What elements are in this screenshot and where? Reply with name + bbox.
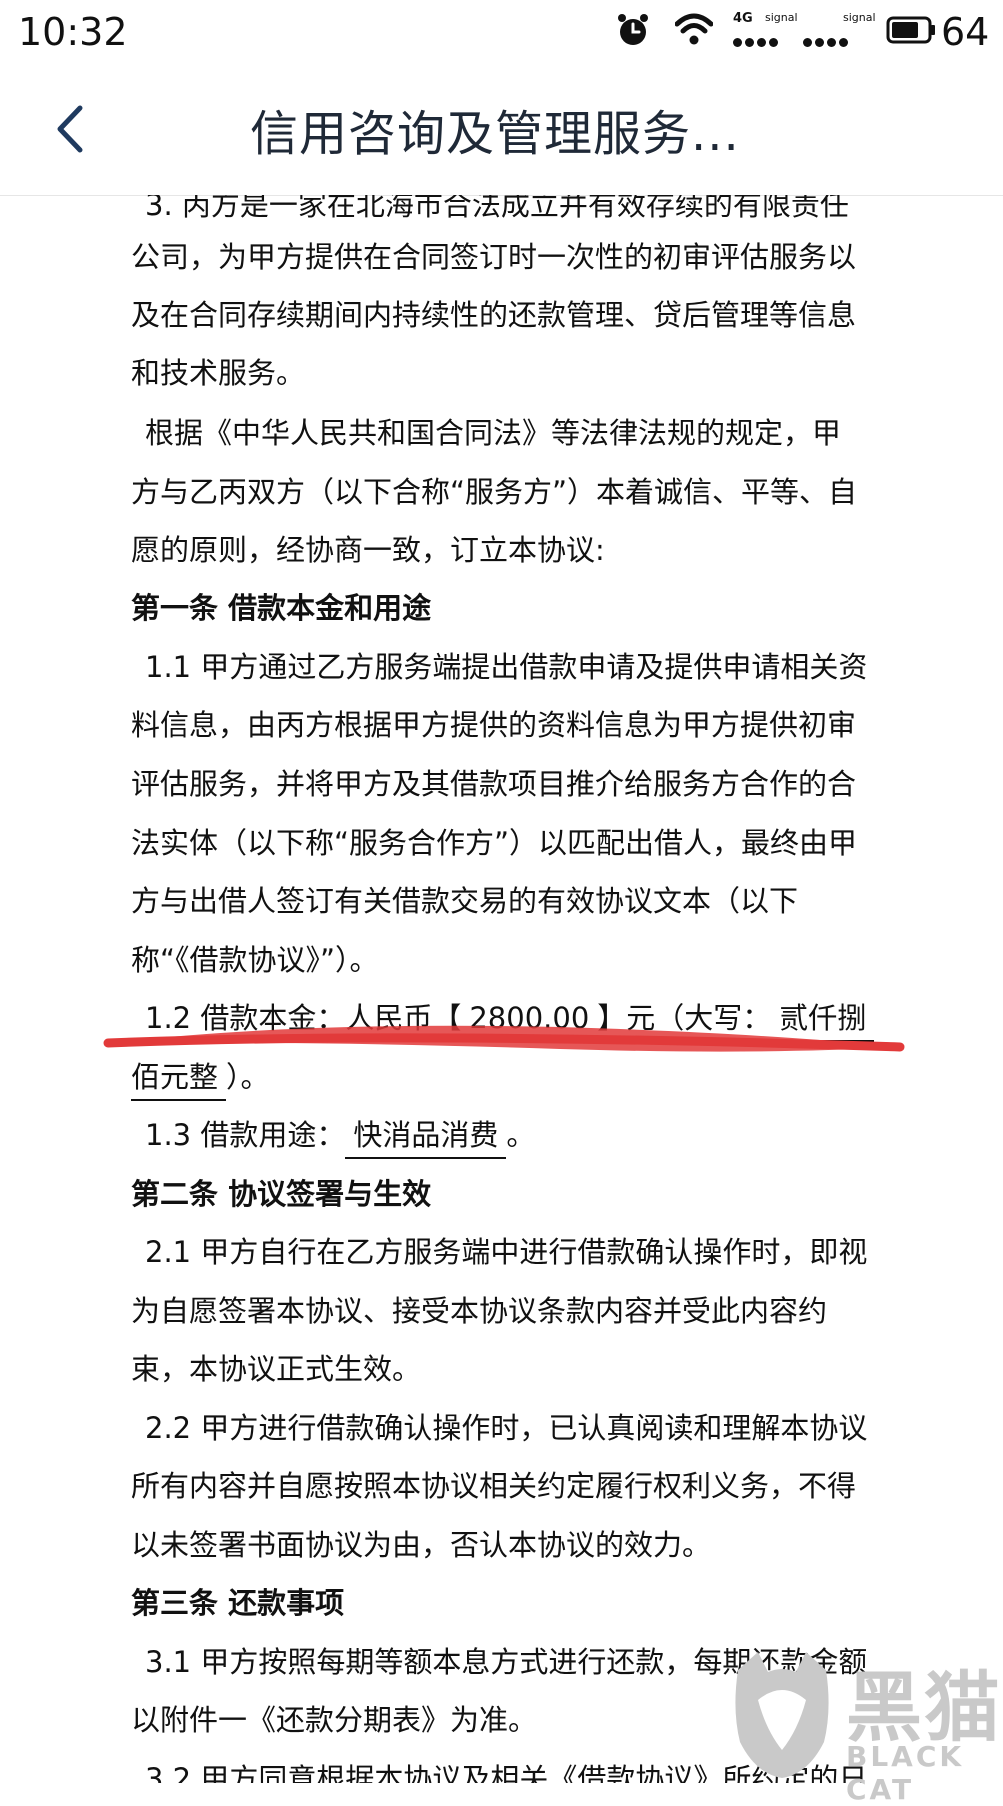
doc-line: 2.2 甲方进行借款确认操作时，已认真阅读和理解本协议 [145, 1411, 868, 1445]
signal-strength-1-icon [733, 32, 781, 51]
red-annotation-stroke [103, 1025, 905, 1052]
agreement-document[interactable]: 3. 丙方是一家在北海市合法成立并有效存续的有限责任 公司，为甲方提供在合同签订… [0, 195, 1003, 1783]
signal-label-2: signal [843, 11, 876, 24]
doc-line: 为自愿签署本协议、接受本协议条款内容并受此内容约 [131, 1294, 828, 1328]
signal-strength-2-icon [803, 32, 851, 51]
status-time: 10:32 [18, 10, 128, 54]
battery-icon [886, 16, 935, 44]
doc-line: 所有内容并自愿按照本协议相关约定履行权利义务，不得 [131, 1469, 857, 1503]
page-title: 信用咨询及管理服务... [250, 106, 740, 162]
loan-purpose-line: 1.3 借款用途： 快消品消费。 [145, 1110, 985, 1160]
doc-line: 束，本协议正式生效。 [131, 1352, 422, 1386]
section-heading: 第三条 还款事项 [131, 1586, 345, 1620]
doc-line: 2.1 甲方自行在乙方服务端中进行借款确认操作时，即视 [145, 1235, 868, 1269]
back-button[interactable] [48, 102, 92, 156]
watermark: 黑猫 BLACK CAT [728, 1642, 1003, 1806]
signal-label-1: signal [765, 11, 798, 24]
wifi-icon [675, 13, 713, 45]
loan-purpose-value: 快消品消费 [345, 1113, 507, 1159]
section-heading: 第二条 协议签署与生效 [131, 1177, 432, 1211]
network-type: 4G [733, 11, 753, 26]
nav-header: 信用咨询及管理服务... [0, 62, 1003, 196]
status-bar: 10:32 4G signal signal 64 [0, 0, 1003, 62]
loan-purpose-prefix: 1.3 借款用途： [145, 1118, 346, 1152]
alarm-icon [618, 14, 648, 45]
black-cat-logo-icon [735, 1652, 829, 1778]
loan-purpose-suffix: 。 [506, 1118, 536, 1152]
status-icons: 4G signal signal 64 [593, 10, 993, 54]
doc-line: 以未签署书面协议为由，否认本协议的效力。 [131, 1528, 712, 1562]
watermark-en: BLACK CAT [846, 1740, 965, 1806]
battery-level: 64 [941, 10, 990, 54]
